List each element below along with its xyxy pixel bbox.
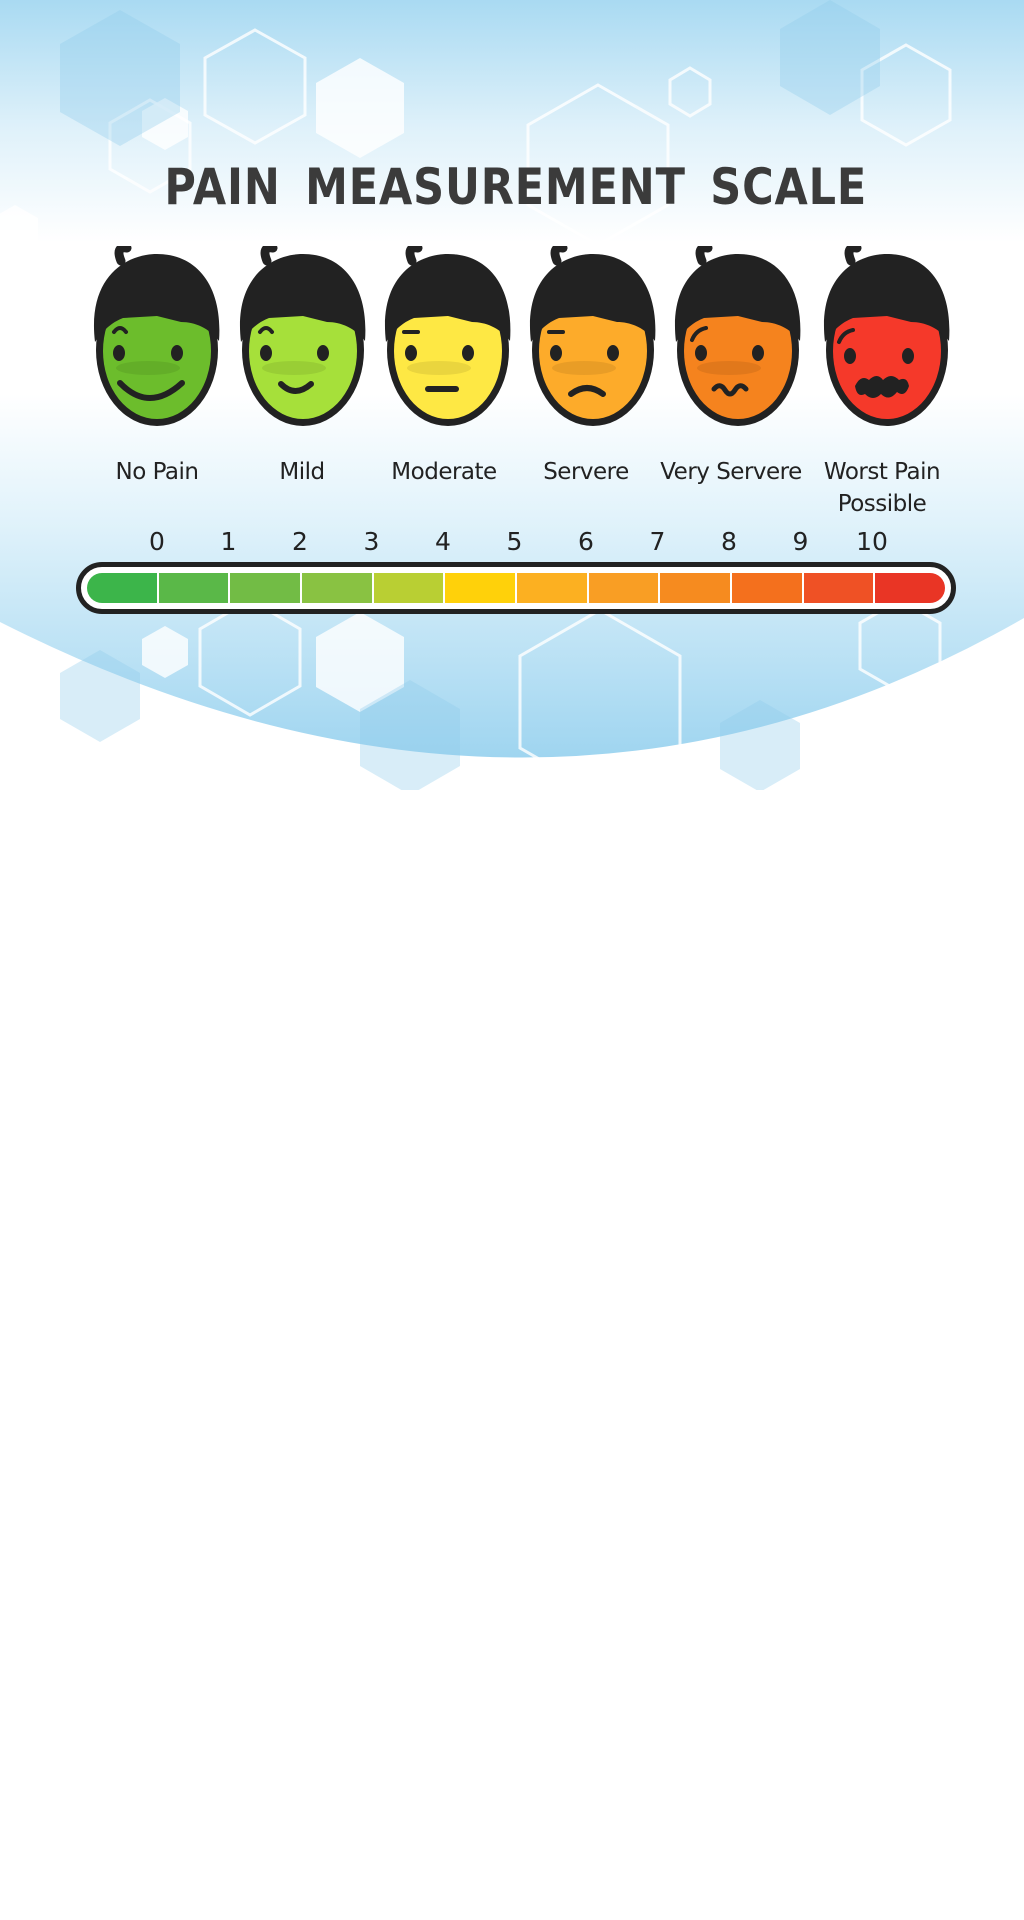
label-very-servere: Very Servere — [660, 459, 802, 485]
scale-segment-3 — [302, 573, 374, 603]
scale-tick-5: 5 — [506, 527, 523, 556]
scale-segment-5 — [445, 573, 518, 603]
scale-tick-3: 3 — [363, 527, 380, 556]
scale-tick-2: 2 — [292, 527, 308, 556]
scale-tick-9: 9 — [792, 527, 809, 556]
happy-face-icon — [239, 246, 366, 426]
page-title: PAIN MEASUREMENT SCALE — [164, 158, 868, 216]
very-happy-face-icon — [93, 246, 220, 426]
scale-segment-7 — [588, 573, 661, 603]
scale-tick-4: 4 — [435, 527, 451, 556]
scale-tick-8: 8 — [721, 527, 737, 556]
face-mild — [233, 246, 373, 430]
scale-segment-6 — [517, 573, 589, 603]
face-very-servere — [668, 246, 808, 430]
scale-tick-7: 7 — [649, 527, 666, 556]
face-moderate — [378, 246, 518, 430]
scale-segment-9 — [732, 573, 804, 603]
scale-segment-11 — [875, 573, 945, 603]
label-worst-pain-possible: Worst Pain Possible — [823, 459, 941, 517]
distressed-face-icon — [674, 246, 801, 426]
face-worst-pain-possible — [817, 246, 957, 430]
scale-segment-8 — [660, 573, 733, 603]
scale-tick-10: 10 — [856, 527, 888, 556]
scale-tick-0: 0 — [149, 527, 165, 556]
scale-segment-2 — [230, 573, 303, 603]
scale-segment-10 — [803, 573, 876, 603]
scale-tick-6: 6 — [578, 527, 594, 556]
scale-tick-1: 1 — [220, 527, 237, 556]
frown-face-icon — [529, 246, 656, 426]
face-servere — [523, 246, 663, 430]
neutral-face-icon — [384, 246, 511, 426]
pain-scale-bar — [76, 562, 956, 614]
agony-face-icon — [823, 246, 950, 426]
scale-segment-0 — [87, 573, 159, 603]
pain-scale-segments — [87, 573, 945, 603]
face-no-pain — [87, 246, 227, 430]
scale-segment-4 — [373, 573, 446, 603]
scale-segment-1 — [158, 573, 231, 603]
